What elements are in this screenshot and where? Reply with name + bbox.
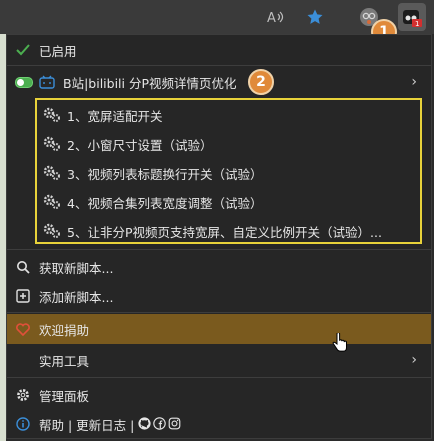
svg-text:A: A bbox=[267, 11, 276, 25]
script-row-bilibili[interactable]: B站|bilibili 分P视频详情页优化 › bbox=[7, 67, 431, 97]
extension-popup-menu: 已启用 B站|bilibili 分P视频详情页优化 › 2 1、宽屏适配开关 2… bbox=[6, 34, 432, 439]
script-name: B站|bilibili 分P视频详情页优化 bbox=[63, 75, 237, 91]
script-command-item[interactable]: 3、视频列表标题换行开关（试验） bbox=[43, 159, 413, 187]
gears-icon bbox=[43, 165, 60, 180]
add-new-script-item[interactable]: 添加新脚本... bbox=[7, 281, 431, 311]
script-command-item[interactable]: 2、小窗尺寸设置（试验） bbox=[43, 130, 413, 158]
chevron-right-icon: › bbox=[411, 352, 417, 368]
info-icon bbox=[15, 416, 31, 432]
github-icon[interactable] bbox=[138, 416, 151, 430]
svg-text:1: 1 bbox=[415, 20, 419, 27]
script-command-item[interactable]: 5、让非分P视频页支持宽屏、自定义比例开关（试验）... bbox=[43, 217, 413, 245]
chevron-right-icon: › bbox=[411, 74, 417, 90]
read-aloud-icon[interactable]: A bbox=[264, 6, 286, 28]
browser-toolbar: A 1 1 bbox=[0, 0, 434, 45]
bilibili-tv-icon bbox=[39, 74, 55, 90]
enabled-status-row[interactable]: 已启用 bbox=[7, 35, 431, 65]
dashboard-item[interactable]: 管理面板 bbox=[7, 380, 431, 410]
search-icon bbox=[15, 259, 31, 275]
get-new-scripts-item[interactable]: 获取新脚本... bbox=[7, 252, 431, 282]
help-updates-item[interactable]: 帮助 | 更新日志 | bbox=[7, 409, 431, 439]
tampermonkey-icon[interactable]: 1 bbox=[398, 3, 426, 31]
gears-icon bbox=[43, 107, 60, 122]
checkmark-icon bbox=[15, 42, 31, 58]
script-command-item[interactable]: 4、视频合集列表宽度调整（试验） bbox=[43, 188, 413, 216]
instagram-icon[interactable] bbox=[168, 417, 181, 430]
script-enabled-toggle[interactable] bbox=[15, 77, 33, 88]
divider bbox=[7, 312, 431, 313]
enabled-label: 已启用 bbox=[39, 43, 77, 59]
mouse-pointer-icon bbox=[332, 332, 348, 358]
divider bbox=[7, 249, 431, 250]
script-commands-group: 1、宽屏适配开关 2、小窗尺寸设置（试验） 3、视频列表标题换行开关（试验） 4… bbox=[35, 98, 422, 244]
plus-square-icon bbox=[15, 288, 31, 304]
annotation-callout-2: 2 bbox=[248, 69, 274, 95]
gears-icon bbox=[43, 194, 60, 209]
script-command-item[interactable]: 1、宽屏适配开关 bbox=[43, 101, 413, 129]
star-icon[interactable] bbox=[304, 6, 326, 28]
facebook-icon[interactable] bbox=[153, 416, 167, 430]
heart-icon bbox=[15, 321, 31, 337]
donate-item[interactable]: 欢迎捐助 bbox=[7, 314, 431, 344]
gears-icon bbox=[43, 223, 60, 238]
divider bbox=[7, 377, 431, 378]
divider bbox=[7, 65, 431, 66]
help-updates-label: 帮助 | 更新日志 | bbox=[39, 417, 135, 433]
gears-icon bbox=[43, 136, 60, 151]
utilities-item[interactable]: 实用工具 › bbox=[7, 345, 431, 375]
gear-icon bbox=[15, 387, 31, 403]
